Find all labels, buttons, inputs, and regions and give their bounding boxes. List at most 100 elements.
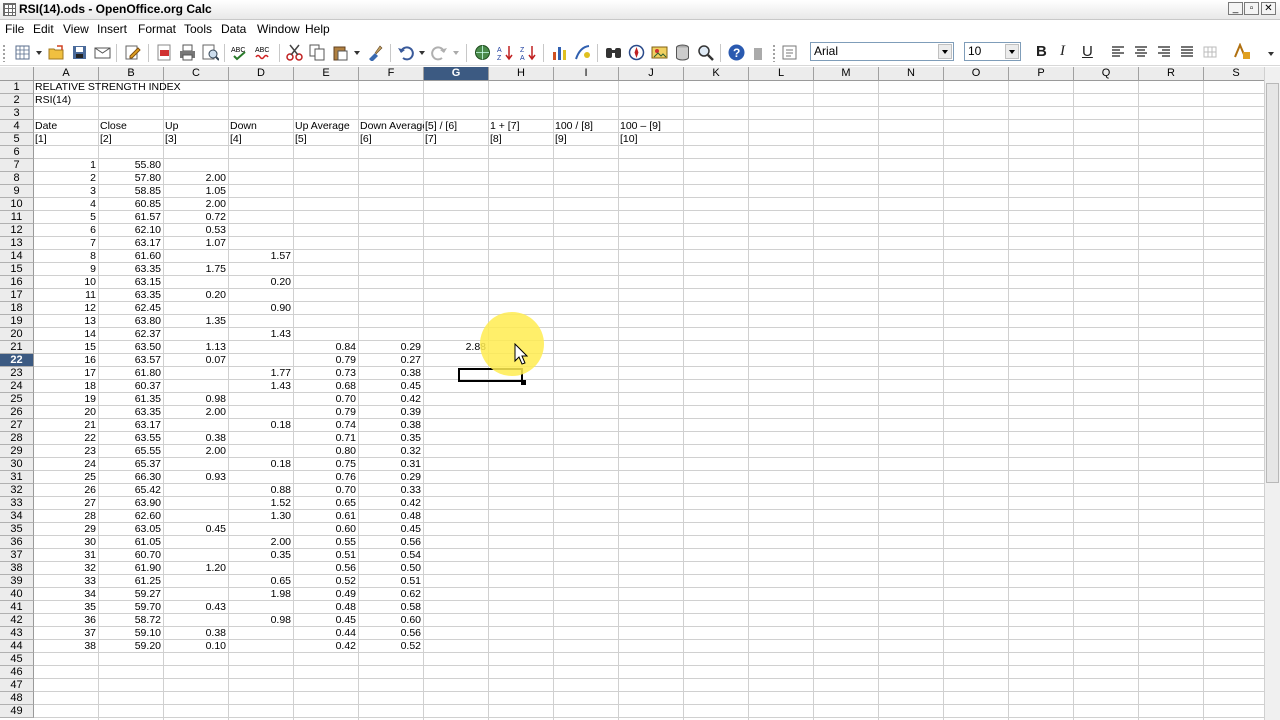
data-cell[interactable]: 61.57 bbox=[99, 211, 163, 224]
data-cell[interactable]: 27 bbox=[34, 497, 98, 510]
data-cell[interactable]: 0.98 bbox=[229, 614, 293, 627]
row-header-43[interactable]: 43 bbox=[0, 627, 34, 640]
row-header-19[interactable]: 19 bbox=[0, 315, 34, 328]
data-cell[interactable]: 63.17 bbox=[99, 419, 163, 432]
data-cell[interactable]: 1 bbox=[34, 159, 98, 172]
toolbar-grip[interactable] bbox=[2, 44, 6, 62]
data-cell[interactable]: 0.38 bbox=[164, 627, 228, 640]
data-cell[interactable]: 25 bbox=[34, 471, 98, 484]
data-cell[interactable]: 0.42 bbox=[359, 393, 423, 406]
column-header-f[interactable]: F bbox=[359, 67, 424, 81]
bold-button[interactable]: B bbox=[1036, 43, 1047, 60]
data-cell[interactable]: 0.51 bbox=[359, 575, 423, 588]
data-cell[interactable]: 0.35 bbox=[229, 549, 293, 562]
data-cell[interactable]: 0.33 bbox=[359, 484, 423, 497]
data-cell[interactable]: 0.76 bbox=[294, 471, 358, 484]
hyperlink-icon[interactable] bbox=[474, 44, 491, 61]
vertical-scrollbar-thumb[interactable] bbox=[1266, 83, 1279, 483]
row-header-31[interactable]: 31 bbox=[0, 471, 34, 484]
menu-edit[interactable]: Edit bbox=[33, 22, 54, 36]
data-cell[interactable]: 0.20 bbox=[229, 276, 293, 289]
data-cell[interactable]: 2.00 bbox=[164, 406, 228, 419]
header-cell[interactable]: Down bbox=[229, 120, 294, 133]
navigator-icon[interactable] bbox=[628, 44, 645, 61]
data-cell[interactable]: 0.38 bbox=[359, 419, 423, 432]
row-header-2[interactable]: 2 bbox=[0, 94, 34, 107]
font-name-combo[interactable]: Arial bbox=[810, 42, 954, 61]
data-cell[interactable]: 4 bbox=[34, 198, 98, 211]
data-cell[interactable]: 31 bbox=[34, 549, 98, 562]
data-cell[interactable]: 63.35 bbox=[99, 289, 163, 302]
data-cell[interactable]: 0.62 bbox=[359, 588, 423, 601]
data-cell[interactable]: 1.43 bbox=[229, 328, 293, 341]
row-header-36[interactable]: 36 bbox=[0, 536, 34, 549]
save-icon[interactable] bbox=[71, 44, 88, 61]
data-cell[interactable]: 1.13 bbox=[164, 341, 228, 354]
data-cell[interactable]: 60.70 bbox=[99, 549, 163, 562]
data-cell[interactable]: 28 bbox=[34, 510, 98, 523]
autospell-icon[interactable]: ABC bbox=[255, 44, 272, 61]
title-cell[interactable]: RELATIVE STRENGTH INDEX bbox=[34, 81, 294, 94]
data-cell[interactable]: 0.51 bbox=[294, 549, 358, 562]
data-cell[interactable]: 61.25 bbox=[99, 575, 163, 588]
row-header-47[interactable]: 47 bbox=[0, 679, 34, 692]
data-cell[interactable]: 0.54 bbox=[359, 549, 423, 562]
sort-ascending-icon[interactable]: AZ bbox=[497, 44, 514, 61]
align-right-icon[interactable] bbox=[1157, 45, 1171, 59]
data-cell[interactable]: 0.45 bbox=[359, 380, 423, 393]
column-header-r[interactable]: R bbox=[1139, 67, 1204, 81]
menu-view[interactable]: View bbox=[63, 22, 89, 36]
data-cell[interactable]: 0.79 bbox=[294, 406, 358, 419]
data-cell[interactable]: 65.42 bbox=[99, 484, 163, 497]
row-header-7[interactable]: 7 bbox=[0, 159, 34, 172]
row-header-17[interactable]: 17 bbox=[0, 289, 34, 302]
column-header-k[interactable]: K bbox=[684, 67, 749, 81]
merge-cells-icon[interactable] bbox=[1203, 45, 1217, 59]
data-cell[interactable]: 66.30 bbox=[99, 471, 163, 484]
data-cell[interactable]: 0.27 bbox=[359, 354, 423, 367]
data-cell[interactable]: 0.65 bbox=[294, 497, 358, 510]
row-header-9[interactable]: 9 bbox=[0, 185, 34, 198]
header-cell[interactable]: Up Average bbox=[294, 120, 359, 133]
show-draw-functions-icon[interactable] bbox=[574, 44, 591, 61]
select-all-corner[interactable] bbox=[0, 67, 34, 81]
row-header-46[interactable]: 46 bbox=[0, 666, 34, 679]
data-cell[interactable]: 0.31 bbox=[359, 458, 423, 471]
data-cell[interactable]: 0.84 bbox=[294, 341, 358, 354]
header-cell[interactable]: Close bbox=[99, 120, 164, 133]
row-header-32[interactable]: 32 bbox=[0, 484, 34, 497]
data-cell[interactable]: 63.90 bbox=[99, 497, 163, 510]
data-cell[interactable]: 0.38 bbox=[164, 432, 228, 445]
row-header-14[interactable]: 14 bbox=[0, 250, 34, 263]
data-cell[interactable]: 0.44 bbox=[294, 627, 358, 640]
row-header-35[interactable]: 35 bbox=[0, 523, 34, 536]
data-cell[interactable]: 0.39 bbox=[359, 406, 423, 419]
header-ref-cell[interactable]: [6] bbox=[359, 133, 424, 146]
header-cell[interactable]: 100 – [9] bbox=[619, 120, 684, 133]
data-cell[interactable]: 1.05 bbox=[164, 185, 228, 198]
data-cell[interactable]: 33 bbox=[34, 575, 98, 588]
paste-icon[interactable] bbox=[332, 44, 349, 61]
data-cell[interactable]: 37 bbox=[34, 627, 98, 640]
data-cell[interactable]: 1.77 bbox=[229, 367, 293, 380]
row-header-24[interactable]: 24 bbox=[0, 380, 34, 393]
data-cell[interactable]: 19 bbox=[34, 393, 98, 406]
fill-handle[interactable] bbox=[521, 380, 526, 385]
row-header-21[interactable]: 21 bbox=[0, 341, 34, 354]
undo-dropdown-icon[interactable] bbox=[419, 51, 425, 55]
row-header-20[interactable]: 20 bbox=[0, 328, 34, 341]
data-cell[interactable]: 63.15 bbox=[99, 276, 163, 289]
row-header-29[interactable]: 29 bbox=[0, 445, 34, 458]
edit-file-icon[interactable] bbox=[124, 44, 141, 61]
data-cell[interactable]: 0.18 bbox=[229, 419, 293, 432]
data-cell[interactable]: 1.07 bbox=[164, 237, 228, 250]
column-header-o[interactable]: O bbox=[944, 67, 1009, 81]
data-cell[interactable]: 60.85 bbox=[99, 198, 163, 211]
data-cell[interactable]: 10 bbox=[34, 276, 98, 289]
paste-dropdown-icon[interactable] bbox=[354, 51, 360, 55]
data-cell[interactable]: 0.73 bbox=[294, 367, 358, 380]
data-cell[interactable]: 0.52 bbox=[359, 640, 423, 653]
row-header-16[interactable]: 16 bbox=[0, 276, 34, 289]
column-header-j[interactable]: J bbox=[619, 67, 684, 81]
data-cell[interactable]: 57.80 bbox=[99, 172, 163, 185]
